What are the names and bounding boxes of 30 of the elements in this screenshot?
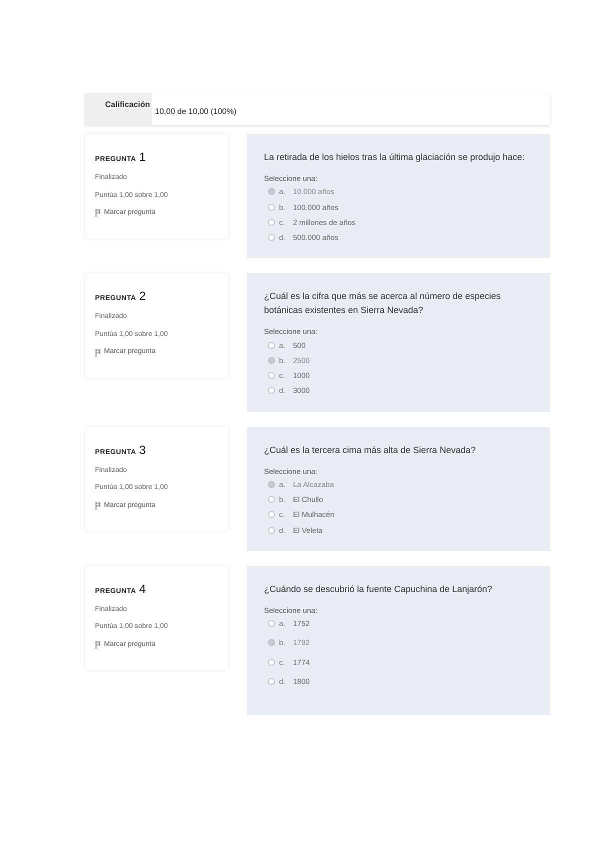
question-number: 1: [139, 149, 146, 166]
flag-icon: [95, 348, 101, 356]
radio-button[interactable]: [268, 372, 275, 380]
question-text: ¿Cuándo se descubrió la fuente Capuchina de Lanjarón?: [264, 582, 494, 596]
radio-button[interactable]: [268, 342, 275, 349]
radio-button[interactable]: [268, 620, 275, 628]
radio-button[interactable]: [268, 387, 275, 394]
grade-label: Calificación: [105, 101, 150, 109]
radio-button[interactable]: [268, 356, 275, 364]
radio-button[interactable]: [268, 511, 275, 518]
question-number: 2: [139, 288, 146, 306]
radio-button[interactable]: [268, 658, 275, 666]
radio-button[interactable]: [268, 234, 275, 242]
radio-button[interactable]: [268, 188, 275, 196]
question-number: 3: [139, 442, 146, 458]
flag-icon: [95, 502, 101, 510]
radio-button[interactable]: [268, 480, 275, 488]
radio-button[interactable]: [268, 639, 275, 646]
flag-icon: [95, 641, 101, 649]
question-text: La retirada de los hielos tras la última glaciación se produjo hace:: [264, 151, 526, 164]
radio-button[interactable]: [268, 218, 275, 226]
question-text: ¿Cuál es la tercera cima más alta de Sierra Nevada?: [264, 444, 477, 456]
question-text: ¿Cuál es la cifra que más se acerca al número de especies botánicas existentes en Sierra Nevada?: [264, 290, 502, 318]
radio-button[interactable]: [268, 496, 275, 504]
grade-value: 10,00 de 10,00 (100%): [154, 106, 236, 116]
radio-button[interactable]: [268, 204, 275, 211]
flag-icon: [95, 209, 101, 218]
radio-button[interactable]: [268, 526, 275, 534]
radio-button[interactable]: [268, 678, 275, 685]
question-number: 4: [139, 580, 146, 598]
